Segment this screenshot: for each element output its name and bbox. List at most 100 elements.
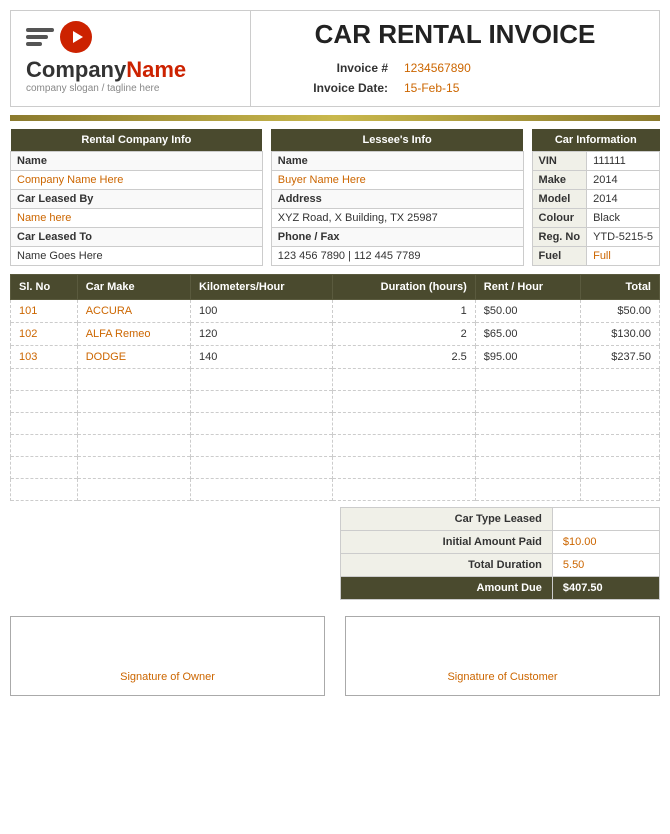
sum-car-type-value xyxy=(552,508,659,531)
rc-row-6: Name Goes Here xyxy=(11,247,263,266)
lessee-table: Lessee's Info Name Buyer Name Here Addre… xyxy=(271,129,524,266)
car-make-label: Make xyxy=(532,171,587,190)
car-model-value: 2014 xyxy=(587,190,660,209)
invoice-number-value: 1234567890 xyxy=(396,58,644,78)
car-model-row: Model 2014 xyxy=(532,190,659,209)
car-model-label: Model xyxy=(532,190,587,209)
logo-lines xyxy=(26,28,54,46)
sum-amount-due-value: $407.50 xyxy=(552,577,659,600)
car-regno-row: Reg. No YTD-5215-5 xyxy=(532,228,659,247)
company-tagline: company slogan / tagline here xyxy=(26,83,159,94)
customer-signature-label: Signature of Customer xyxy=(358,671,647,683)
rc-leased-to-label: Car Leased To xyxy=(11,228,263,247)
rc-leased-by-value: Name here xyxy=(11,209,263,228)
item-row-1: 101 ACCURA 100 1 $50.00 $50.00 xyxy=(11,300,660,323)
invoice-date-row: Invoice Date: 15-Feb-15 xyxy=(266,78,644,98)
logo-line-1 xyxy=(26,28,54,32)
item-2-make: ALFA Remeo xyxy=(77,323,190,346)
le-name-label: Name xyxy=(271,152,523,171)
col-make: Car Make xyxy=(77,275,190,300)
col-duration: Duration (hours) xyxy=(332,275,475,300)
empty-row-2 xyxy=(11,391,660,413)
car-fuel-value: Full xyxy=(587,247,660,266)
item-1-make: ACCURA xyxy=(77,300,190,323)
car-fuel-label: Fuel xyxy=(532,247,587,266)
empty-row-4 xyxy=(11,435,660,457)
item-3-duration: 2.5 xyxy=(332,346,475,369)
rc-row-2: Company Name Here xyxy=(11,171,263,190)
info-tables-row: Rental Company Info Name Company Name He… xyxy=(10,129,660,266)
item-2-rent: $65.00 xyxy=(475,323,581,346)
item-1-rent: $50.00 xyxy=(475,300,581,323)
le-row-6: 123 456 7890 | 112 445 7789 xyxy=(271,247,523,266)
rc-row-4: Name here xyxy=(11,209,263,228)
item-3-sl: 103 xyxy=(11,346,78,369)
rc-row-5: Car Leased To xyxy=(11,228,263,247)
le-name-value: Buyer Name Here xyxy=(271,171,523,190)
item-3-rent: $95.00 xyxy=(475,346,581,369)
item-2-total: $130.00 xyxy=(581,323,660,346)
rc-name-value: Company Name Here xyxy=(11,171,263,190)
le-row-3: Address xyxy=(271,190,523,209)
car-vin-value: 111111 xyxy=(587,152,660,171)
item-2-sl: 102 xyxy=(11,323,78,346)
car-make-row: Make 2014 xyxy=(532,171,659,190)
company-name-dark: Company xyxy=(26,57,126,82)
car-regno-label: Reg. No xyxy=(532,228,587,247)
invoice-date-value: 15-Feb-15 xyxy=(396,78,644,98)
car-vin-label: VIN xyxy=(532,152,587,171)
car-colour-label: Colour xyxy=(532,209,587,228)
summary-duration-row: Total Duration 5.50 xyxy=(341,554,660,577)
item-3-total: $237.50 xyxy=(581,346,660,369)
car-colour-row: Colour Black xyxy=(532,209,659,228)
item-2-duration: 2 xyxy=(332,323,475,346)
owner-signature-box: Signature of Owner xyxy=(10,616,325,696)
rc-row-1: Name xyxy=(11,152,263,171)
item-3-make: DODGE xyxy=(77,346,190,369)
le-row-4: XYZ Road, X Building, TX 25987 xyxy=(271,209,523,228)
item-row-2: 102 ALFA Remeo 120 2 $65.00 $130.00 xyxy=(11,323,660,346)
company-name: CompanyName xyxy=(26,57,186,83)
car-regno-value: YTD-5215-5 xyxy=(587,228,660,247)
logo-line-3 xyxy=(26,42,42,46)
item-1-sl: 101 xyxy=(11,300,78,323)
car-info-heading: Car Information xyxy=(532,129,659,152)
lessee-heading: Lessee's Info xyxy=(271,129,523,152)
sum-initial-label: Initial Amount Paid xyxy=(341,531,553,554)
le-address-value: XYZ Road, X Building, TX 25987 xyxy=(271,209,523,228)
logo-icon-group xyxy=(26,21,92,53)
sum-duration-value: 5.50 xyxy=(552,554,659,577)
invoice-info: CAR RENTAL INVOICE Invoice # 1234567890 … xyxy=(251,11,659,106)
item-row-3: 103 DODGE 140 2.5 $95.00 $237.50 xyxy=(11,346,660,369)
rental-company-table: Rental Company Info Name Company Name He… xyxy=(10,129,263,266)
items-header-row: Sl. No Car Make Kilometers/Hour Duration… xyxy=(11,275,660,300)
item-2-km: 120 xyxy=(190,323,332,346)
invoice-number-label: Invoice # xyxy=(266,58,396,78)
owner-signature-label: Signature of Owner xyxy=(23,671,312,683)
summary-table: Car Type Leased Initial Amount Paid $10.… xyxy=(340,507,660,600)
invoice-fields: Invoice # 1234567890 Invoice Date: 15-Fe… xyxy=(266,58,644,98)
empty-row-6 xyxy=(11,479,660,501)
rc-row-3: Car Leased By xyxy=(11,190,263,209)
col-slno: Sl. No xyxy=(11,275,78,300)
signatures-section: Signature of Owner Signature of Customer xyxy=(10,616,660,696)
empty-row-3 xyxy=(11,413,660,435)
le-row-1: Name xyxy=(271,152,523,171)
item-1-total: $50.00 xyxy=(581,300,660,323)
col-total: Total xyxy=(581,275,660,300)
color-stripe xyxy=(10,115,660,121)
play-icon xyxy=(60,21,92,53)
car-make-value: 2014 xyxy=(587,171,660,190)
car-info-table: Car Information VIN 111111 Make 2014 Mod… xyxy=(532,129,660,266)
le-phone-label: Phone / Fax xyxy=(271,228,523,247)
summary-wrapper: Car Type Leased Initial Amount Paid $10.… xyxy=(10,507,660,600)
invoice-date-label: Invoice Date: xyxy=(266,78,396,98)
customer-signature-box: Signature of Customer xyxy=(345,616,660,696)
car-vin-row: VIN 111111 xyxy=(532,152,659,171)
item-1-duration: 1 xyxy=(332,300,475,323)
le-fax-value: 112 445 7789 xyxy=(354,250,420,262)
col-rent: Rent / Hour xyxy=(475,275,581,300)
invoice-header: CompanyName company slogan / tagline her… xyxy=(10,10,660,107)
item-1-km: 100 xyxy=(190,300,332,323)
le-phone-value: 123 456 7890 | 112 445 7789 xyxy=(271,247,523,266)
